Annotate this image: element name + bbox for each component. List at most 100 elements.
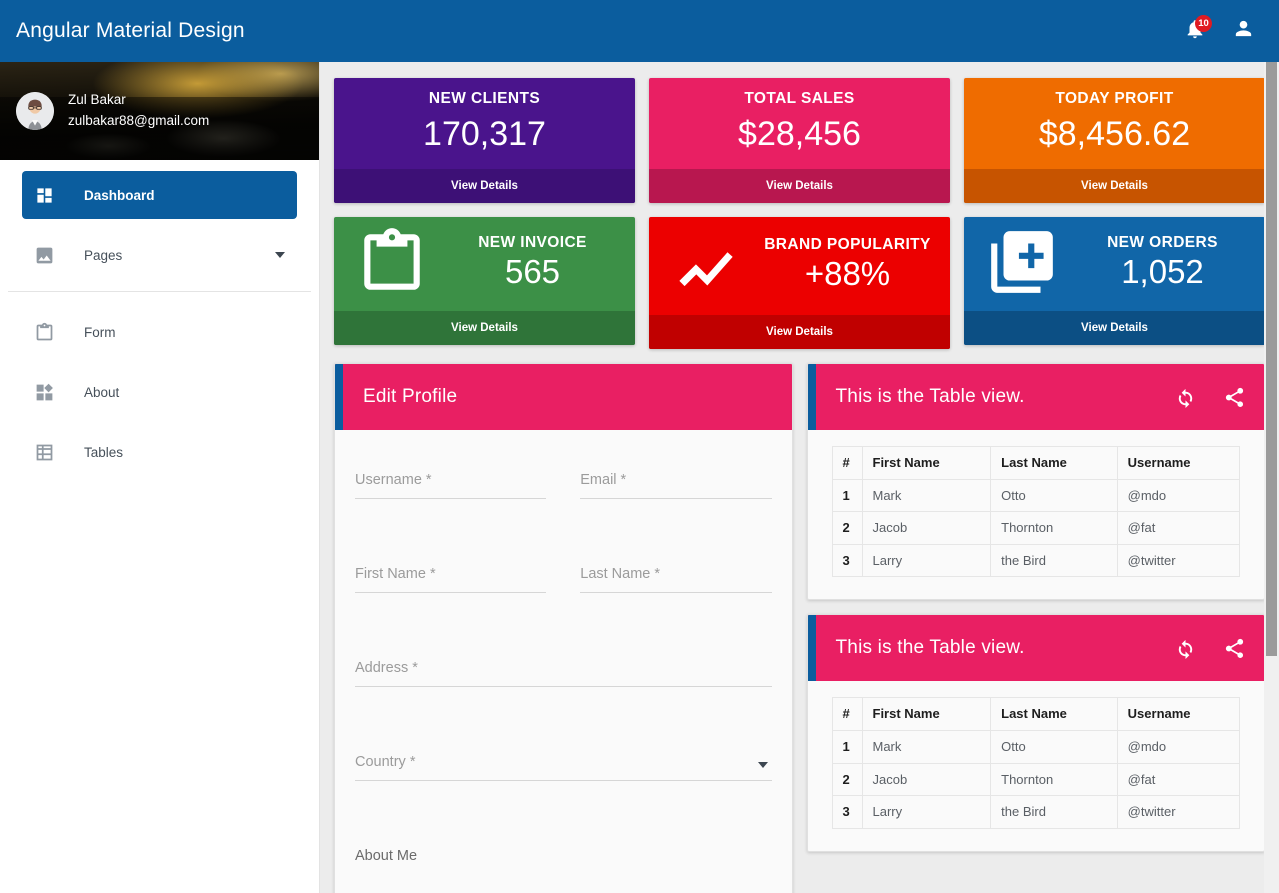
- table-card-2: This is the Table view.: [807, 614, 1266, 851]
- edit-profile-card: Edit Profile Username *: [334, 363, 793, 893]
- username-field[interactable]: Username *: [355, 454, 546, 548]
- main-content: NEW CLIENTS 170,317 View Details TOTAL S…: [320, 62, 1279, 893]
- column-header: Username: [1117, 698, 1239, 731]
- about-me-field[interactable]: About Me: [355, 830, 772, 886]
- column-header: Username: [1117, 447, 1239, 480]
- table-row[interactable]: 2 Jacob Thornton @fat: [832, 512, 1240, 545]
- sidebar-divider: [8, 291, 311, 292]
- stat-card-new-invoice[interactable]: NEW INVOICE 565 View Details: [334, 217, 635, 345]
- sidebar-item-pages[interactable]: Pages: [22, 231, 297, 279]
- account-button[interactable]: [1225, 13, 1261, 49]
- country-select[interactable]: Country *: [355, 736, 772, 830]
- required-marker: *: [410, 754, 416, 770]
- scrollbar-thumb[interactable]: [1266, 62, 1277, 656]
- refresh-icon[interactable]: [1174, 386, 1197, 409]
- stat-card-brand-popularity[interactable]: BRAND POPULARITY +88% View Details: [649, 217, 950, 349]
- stat-card-total-sales[interactable]: TOTAL SALES $28,456 View Details: [649, 78, 950, 203]
- field-underline: [355, 686, 772, 687]
- field-underline: [580, 498, 771, 499]
- table-card-header: This is the Table view.: [808, 364, 1265, 430]
- stat-value: $28,456: [659, 115, 940, 153]
- cell-first-name: Larry: [862, 796, 991, 829]
- field-label: Country: [355, 754, 406, 770]
- stat-card-new-clients[interactable]: NEW CLIENTS 170,317 View Details: [334, 78, 635, 203]
- cell-index: 1: [832, 479, 862, 512]
- cell-first-name: Mark: [862, 479, 991, 512]
- sidebar-item-form[interactable]: Form: [22, 308, 297, 356]
- table-container: # First Name Last Name Username 1 Mark O…: [808, 430, 1265, 599]
- sidebar-item-label: Pages: [84, 248, 122, 263]
- view-details-button[interactable]: View Details: [964, 169, 1265, 203]
- email-field[interactable]: Email *: [580, 454, 771, 548]
- trending-up-icon: [659, 225, 755, 303]
- sidebar-profile-panel[interactable]: Zul Bakar zulbakar88@gmail.com: [0, 62, 319, 160]
- sidebar-nav: Dashboard Pages Form About: [0, 160, 319, 476]
- view-details-button[interactable]: View Details: [334, 311, 635, 345]
- cell-index: 1: [832, 731, 862, 764]
- refresh-icon[interactable]: [1174, 637, 1197, 660]
- share-icon[interactable]: [1223, 386, 1246, 409]
- cell-username: @fat: [1117, 512, 1239, 545]
- column-header: #: [832, 698, 862, 731]
- column-header: First Name: [862, 447, 991, 480]
- chevron-down-icon[interactable]: [275, 252, 285, 258]
- sidebar-item-about[interactable]: About: [22, 368, 297, 416]
- cell-index: 2: [832, 512, 862, 545]
- view-details-button[interactable]: View Details: [964, 311, 1265, 345]
- table-row[interactable]: 3 Larry the Bird @twitter: [832, 796, 1240, 829]
- table-card-header: This is the Table view.: [808, 615, 1265, 681]
- dashboard-icon: [32, 183, 56, 207]
- cell-username: @twitter: [1117, 796, 1239, 829]
- sidebar-item-dashboard[interactable]: Dashboard: [22, 171, 297, 219]
- address-field[interactable]: Address *: [355, 642, 772, 736]
- cell-last-name: Thornton: [991, 512, 1118, 545]
- column-header: #: [832, 447, 862, 480]
- data-table: # First Name Last Name Username 1 Mark O…: [832, 446, 1241, 577]
- table-header-row: # First Name Last Name Username: [832, 698, 1240, 731]
- edit-profile-header: Edit Profile: [335, 364, 792, 430]
- stat-value: 1,052: [1070, 254, 1255, 291]
- table-row[interactable]: 1 Mark Otto @mdo: [832, 731, 1240, 764]
- table-row[interactable]: 1 Mark Otto @mdo: [832, 479, 1240, 512]
- widgets-icon: [32, 380, 56, 404]
- field-underline: [580, 592, 771, 593]
- required-marker: *: [621, 472, 627, 488]
- profile-email: zulbakar88@gmail.com: [68, 111, 209, 132]
- share-icon[interactable]: [1223, 637, 1246, 660]
- cell-username: @twitter: [1117, 544, 1239, 577]
- avatar: [16, 92, 54, 130]
- required-marker: *: [654, 566, 660, 582]
- field-label: Last Name: [580, 566, 650, 582]
- cell-index: 3: [832, 796, 862, 829]
- stat-card-today-profit[interactable]: TODAY PROFIT $8,456.62 View Details: [964, 78, 1265, 203]
- field-underline: [355, 780, 772, 781]
- stat-value: +88%: [755, 256, 940, 293]
- required-marker: *: [430, 566, 436, 582]
- field-label: Email: [580, 472, 616, 488]
- cell-last-name: Thornton: [991, 763, 1118, 796]
- table-row[interactable]: 2 Jacob Thornton @fat: [832, 763, 1240, 796]
- chevron-down-icon[interactable]: [758, 762, 768, 768]
- clipboard-icon: [344, 225, 440, 299]
- profile-text: Zul Bakar zulbakar88@gmail.com: [68, 90, 209, 132]
- last-name-field[interactable]: Last Name *: [580, 548, 771, 642]
- first-name-field[interactable]: First Name *: [355, 548, 546, 642]
- stat-row-2: NEW INVOICE 565 View Details BRAND POPUL…: [334, 217, 1265, 349]
- sidebar-item-tables[interactable]: Tables: [22, 428, 297, 476]
- sidebar-item-label: Form: [84, 325, 116, 340]
- library-add-icon: [974, 225, 1070, 299]
- stat-title: TODAY PROFIT: [974, 90, 1255, 108]
- table-header-row: # First Name Last Name Username: [832, 447, 1240, 480]
- stat-card-new-orders[interactable]: NEW ORDERS 1,052 View Details: [964, 217, 1265, 345]
- view-details-button[interactable]: View Details: [649, 169, 950, 203]
- required-marker: *: [426, 472, 432, 488]
- table-row[interactable]: 3 Larry the Bird @twitter: [832, 544, 1240, 577]
- table-container: # First Name Last Name Username 1 Mark O…: [808, 681, 1265, 850]
- cell-index: 3: [832, 544, 862, 577]
- field-underline: [355, 498, 546, 499]
- required-marker: *: [412, 660, 418, 676]
- page-scrollbar[interactable]: [1264, 62, 1279, 893]
- view-details-button[interactable]: View Details: [334, 169, 635, 203]
- notifications-button[interactable]: 10: [1177, 13, 1213, 49]
- view-details-button[interactable]: View Details: [649, 315, 950, 349]
